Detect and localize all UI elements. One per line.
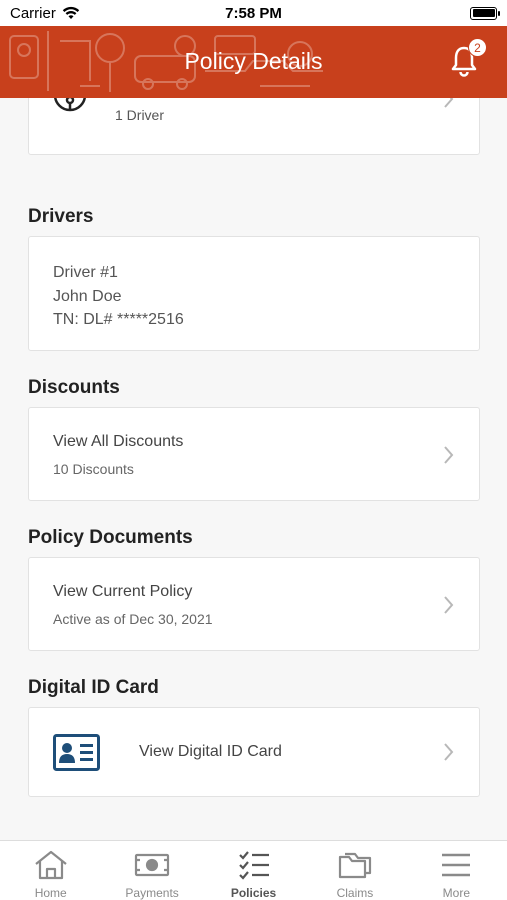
policy-details-scroll[interactable]: 1 Driver Drivers Driver #1 John Doe TN: … bbox=[0, 98, 507, 840]
tab-label: Payments bbox=[125, 886, 179, 900]
view-discounts-row[interactable]: View All Discounts 10 Discounts bbox=[28, 407, 480, 501]
vehicle-card[interactable]: 1 Driver bbox=[28, 98, 480, 155]
notification-badge: 2 bbox=[468, 38, 487, 57]
driver-license: TN: DL# *****2516 bbox=[53, 311, 184, 328]
carrier-label: Carrier bbox=[10, 4, 56, 22]
chevron-right-icon bbox=[444, 98, 454, 108]
driver-name: John Doe bbox=[53, 287, 122, 305]
cash-icon bbox=[135, 853, 170, 877]
view-current-policy-label: View Current Policy bbox=[53, 583, 193, 600]
wifi-icon bbox=[62, 6, 80, 19]
section-title-discounts: Discounts bbox=[28, 377, 120, 398]
tab-label: More bbox=[442, 886, 470, 900]
section-title-digital-id: Digital ID Card bbox=[28, 677, 159, 698]
chevron-right-icon bbox=[444, 446, 454, 464]
nav-header: Policy Details 2 bbox=[0, 26, 507, 98]
tab-bar: Home Payments Policies Claims More bbox=[0, 840, 507, 900]
tab-policies[interactable]: Policies bbox=[203, 841, 304, 900]
driver-number: Driver #1 bbox=[53, 264, 118, 281]
tab-label: Claims bbox=[336, 886, 374, 900]
view-digital-id-row[interactable]: View Digital ID Card bbox=[28, 707, 480, 797]
page-title: Policy Details bbox=[184, 48, 323, 74]
home-icon bbox=[35, 850, 67, 880]
status-bar: Carrier 7:58 PM bbox=[0, 0, 507, 26]
chevron-right-icon bbox=[444, 743, 454, 761]
tab-home[interactable]: Home bbox=[0, 841, 101, 900]
checklist-icon bbox=[238, 851, 269, 880]
view-digital-id-label: View Digital ID Card bbox=[139, 743, 282, 760]
section-title-drivers: Drivers bbox=[28, 206, 94, 227]
view-current-policy-row[interactable]: View Current Policy Active as of Dec 30,… bbox=[28, 557, 480, 651]
view-discounts-label: View All Discounts bbox=[53, 433, 184, 450]
id-card-icon bbox=[53, 734, 100, 771]
battery-icon bbox=[470, 6, 500, 20]
policy-active-date: Active as of Dec 30, 2021 bbox=[53, 611, 213, 627]
driver-card: Driver #1 John Doe TN: DL# *****2516 bbox=[28, 236, 480, 351]
clock: 7:58 PM bbox=[225, 4, 282, 22]
folder-icon bbox=[338, 852, 372, 879]
discount-count: 10 Discounts bbox=[53, 461, 134, 477]
tab-more[interactable]: More bbox=[406, 841, 507, 900]
menu-icon bbox=[442, 853, 471, 877]
tab-label: Policies bbox=[230, 886, 277, 900]
tab-payments[interactable]: Payments bbox=[101, 841, 202, 900]
chevron-right-icon bbox=[444, 596, 454, 614]
driver-count: 1 Driver bbox=[115, 107, 165, 123]
section-title-policy-documents: Policy Documents bbox=[28, 527, 193, 548]
tab-label: Home bbox=[34, 886, 67, 900]
tab-claims[interactable]: Claims bbox=[304, 841, 405, 900]
steering-wheel-icon bbox=[54, 98, 86, 112]
